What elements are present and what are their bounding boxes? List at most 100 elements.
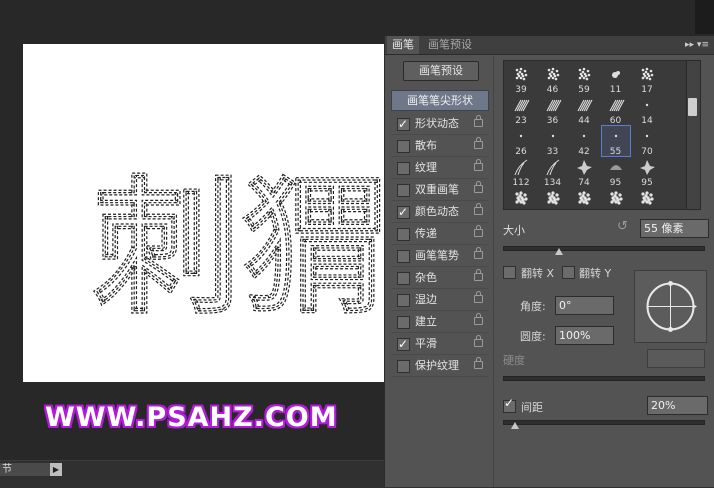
brush-option-checkbox[interactable] bbox=[397, 114, 410, 135]
roundness-input[interactable]: 100% bbox=[555, 326, 614, 345]
brush-tip-cell[interactable]: 14 bbox=[632, 94, 662, 126]
tab-brush[interactable]: 画笔 bbox=[387, 36, 419, 54]
brush-tip-cell[interactable] bbox=[632, 187, 662, 209]
brush-option-checkbox[interactable] bbox=[397, 272, 410, 285]
flip-y-checkbox[interactable] bbox=[562, 266, 575, 279]
size-slider-knob[interactable] bbox=[555, 248, 563, 255]
brush-grid-scroll-thumb[interactable] bbox=[688, 98, 697, 116]
panel-menu-icon[interactable]: ▸▸ ▾≡ bbox=[685, 36, 709, 54]
brush-tip-cell[interactable]: 55 bbox=[600, 125, 631, 157]
brush-option-item[interactable]: 传递 bbox=[391, 223, 489, 245]
dot-brush-tip-icon bbox=[519, 134, 523, 138]
brush-option-item[interactable]: 双重画笔 bbox=[391, 179, 489, 201]
brush-option-checkbox[interactable] bbox=[397, 162, 410, 175]
brush-option-item[interactable]: 保护纹理 bbox=[391, 355, 489, 377]
flip-y-label: 翻转 Y bbox=[579, 267, 612, 280]
spacing-input[interactable]: 20% bbox=[647, 396, 708, 415]
brush-tip-cell[interactable] bbox=[601, 187, 631, 209]
lock-icon[interactable] bbox=[474, 203, 483, 215]
lock-icon[interactable] bbox=[474, 181, 483, 193]
lock-icon[interactable] bbox=[474, 291, 483, 303]
brush-tip-cell[interactable] bbox=[506, 187, 536, 209]
brush-tip-cell[interactable]: 23 bbox=[506, 94, 536, 126]
brush-option-checkbox[interactable] bbox=[397, 250, 410, 263]
brush-tip-cell[interactable]: 112 bbox=[506, 156, 536, 188]
brush-tip-cell[interactable]: 74 bbox=[569, 156, 599, 188]
brush-option-item[interactable]: 平滑 bbox=[391, 333, 489, 355]
brush-tip-cell[interactable]: 11 bbox=[601, 63, 631, 95]
play-arrow-icon[interactable]: ▶ bbox=[50, 463, 62, 476]
brush-option-item[interactable]: 建立 bbox=[391, 311, 489, 333]
size-input[interactable]: 55 像素 bbox=[640, 219, 709, 238]
document-canvas[interactable]: 刺猬 bbox=[23, 44, 393, 382]
brush-option-label: 湿边 bbox=[415, 293, 437, 306]
brush-option-item[interactable]: 纹理 bbox=[391, 157, 489, 179]
spacing-checkbox[interactable] bbox=[503, 396, 516, 413]
brush-tip-grid[interactable]: 39 46 59 11 17 23 36 44 60 14 26 33 42 55 70 112 134 74 95… bbox=[503, 60, 687, 210]
bottom-field[interactable]: 节 bbox=[0, 463, 50, 476]
splatter-brush-tip-icon bbox=[515, 67, 528, 81]
brush-option-checkbox[interactable] bbox=[397, 316, 410, 329]
brush-option-item[interactable]: 杂色 bbox=[391, 267, 489, 289]
flip-x-checkbox[interactable] bbox=[503, 266, 516, 279]
brush-tip-cell[interactable]: 36 bbox=[538, 94, 568, 126]
brush-tip-cell[interactable]: 95 bbox=[632, 156, 662, 188]
brush-tip-cell[interactable]: 134 bbox=[538, 156, 568, 188]
brush-option-checkbox[interactable] bbox=[397, 294, 410, 307]
brush-tip-cell[interactable]: 42 bbox=[569, 125, 599, 157]
brush-grid-scrollbar[interactable] bbox=[686, 60, 701, 210]
dot-brush-tip-icon bbox=[645, 134, 649, 138]
brush-tip-shape-item[interactable]: 画笔笔尖形状 bbox=[391, 90, 489, 111]
lock-icon[interactable] bbox=[474, 159, 483, 171]
grass-brush-tip-icon bbox=[546, 159, 559, 176]
lock-icon[interactable] bbox=[474, 247, 483, 259]
spacing-label: 间距 bbox=[521, 401, 543, 414]
angle-roundness-preview[interactable] bbox=[634, 270, 707, 343]
brush-tip-cell[interactable]: 26 bbox=[506, 125, 536, 157]
brush-tip-cell[interactable]: 44 bbox=[569, 94, 599, 126]
spacing-slider[interactable] bbox=[503, 420, 705, 425]
brush-option-checkbox[interactable] bbox=[397, 202, 410, 223]
brush-option-item[interactable]: 颜色动态 bbox=[391, 201, 489, 223]
brush-option-label: 双重画笔 bbox=[415, 183, 459, 196]
brush-option-checkbox[interactable] bbox=[397, 360, 410, 373]
brush-option-label: 平滑 bbox=[415, 337, 437, 350]
brush-option-item[interactable]: 湿边 bbox=[391, 289, 489, 311]
brush-option-checkbox[interactable] bbox=[397, 140, 410, 153]
brush-option-checkbox[interactable] bbox=[397, 228, 410, 241]
lock-icon[interactable] bbox=[474, 335, 483, 347]
lock-icon[interactable] bbox=[474, 225, 483, 237]
brush-option-item[interactable]: 散布 bbox=[391, 135, 489, 157]
brush-option-item[interactable]: 形状动态 bbox=[391, 113, 489, 135]
brush-tip-cell[interactable] bbox=[569, 187, 599, 209]
lock-icon[interactable] bbox=[474, 357, 483, 369]
brush-tip-cell[interactable]: 46 bbox=[538, 63, 568, 95]
lock-icon[interactable] bbox=[474, 137, 483, 149]
brush-tip-cell[interactable] bbox=[538, 187, 568, 209]
brush-option-label: 纹理 bbox=[415, 161, 437, 174]
brush-option-checkbox[interactable] bbox=[397, 184, 410, 197]
brush-option-label: 颜色动态 bbox=[415, 205, 459, 218]
brush-option-item[interactable]: 画笔笔势 bbox=[391, 245, 489, 267]
brush-tip-cell[interactable]: 59 bbox=[569, 63, 599, 95]
brush-tip-cell[interactable]: 39 bbox=[506, 63, 536, 95]
brush-tip-cell[interactable]: 33 bbox=[538, 125, 568, 157]
spacing-slider-knob[interactable] bbox=[511, 422, 519, 429]
brush-option-label: 传递 bbox=[415, 227, 437, 240]
tab-brush-presets[interactable]: 画笔预设 bbox=[423, 36, 477, 54]
brush-tip-cell[interactable]: 95 bbox=[601, 156, 631, 188]
brush-presets-button[interactable]: 画笔预设 bbox=[403, 61, 479, 81]
size-slider[interactable] bbox=[503, 246, 705, 251]
hardness-input bbox=[647, 349, 705, 368]
brush-tip-cell[interactable]: 60 bbox=[601, 94, 631, 126]
roundness-label: 圆度: bbox=[520, 330, 546, 343]
lock-icon[interactable] bbox=[474, 313, 483, 325]
reset-size-icon[interactable]: ↺ bbox=[617, 220, 629, 233]
brush-tip-cell[interactable]: 70 bbox=[632, 125, 662, 157]
angle-input[interactable]: 0° bbox=[555, 296, 614, 315]
brush-option-checkbox[interactable] bbox=[397, 334, 410, 355]
lock-icon[interactable] bbox=[474, 269, 483, 281]
texture-brush-tip-icon bbox=[546, 191, 560, 205]
brush-tip-cell[interactable]: 17 bbox=[632, 63, 662, 95]
lock-icon[interactable] bbox=[474, 115, 483, 127]
